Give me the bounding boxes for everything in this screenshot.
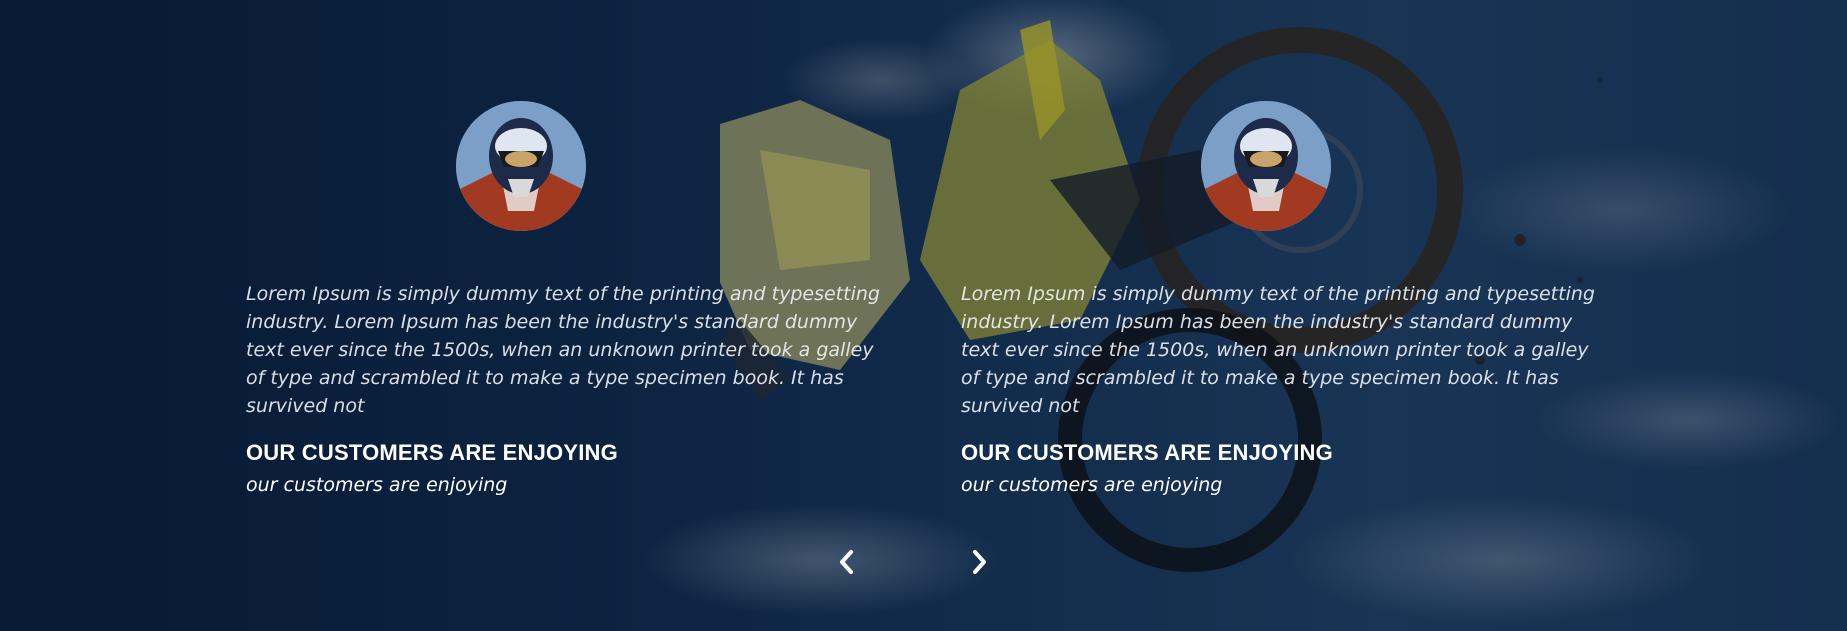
testimonial-section: Lorem Ipsum is simply dummy text of the … [0, 0, 1847, 631]
testimonial-quote: Lorem Ipsum is simply dummy text of the … [961, 283, 1595, 417]
rider-avatar-icon [456, 101, 586, 231]
testimonial-role: our customers are enjoying [961, 474, 1223, 496]
testimonial-quote: Lorem Ipsum is simply dummy text of the … [246, 283, 880, 417]
rider-avatar-icon [1201, 101, 1331, 231]
avatar [456, 101, 586, 231]
previous-button[interactable] [831, 545, 861, 579]
testimonial-name: OUR CUSTOMERS ARE ENJOYING [246, 440, 618, 465]
testimonial-name: OUR CUSTOMERS ARE ENJOYING [961, 440, 1333, 465]
chevron-left-icon [840, 550, 853, 574]
testimonial-role: our customers are enjoying [246, 474, 508, 496]
avatar [1201, 101, 1331, 231]
chevron-right-icon [973, 550, 986, 574]
next-button[interactable] [965, 545, 995, 579]
